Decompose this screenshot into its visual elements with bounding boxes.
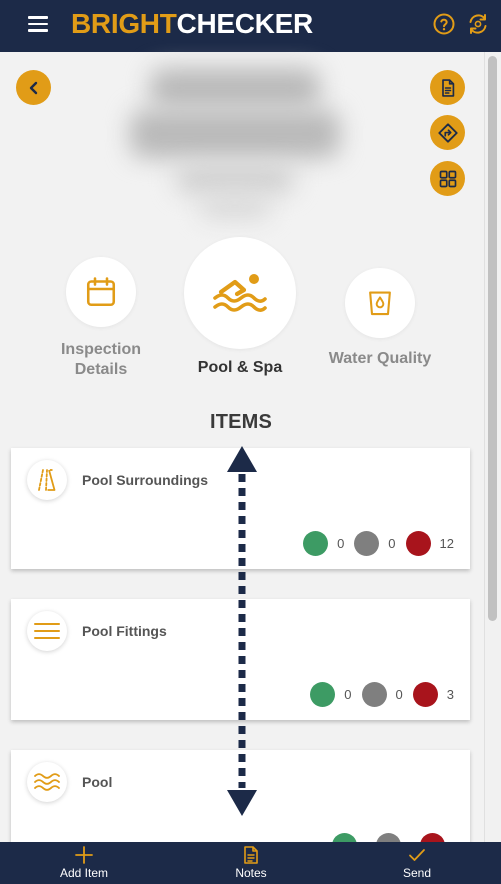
items-heading: ITEMS bbox=[209, 411, 273, 433]
category-label: Inspection Details bbox=[60, 341, 141, 378]
item-icon-circle bbox=[27, 611, 67, 651]
waves-icon bbox=[34, 773, 60, 791]
water-glass-icon bbox=[369, 291, 391, 316]
red-count: 3 bbox=[446, 687, 454, 702]
directions-button[interactable] bbox=[430, 115, 465, 150]
send-button[interactable]: Send bbox=[397, 846, 437, 880]
red-count: 12 bbox=[439, 536, 454, 551]
category-inspection-details[interactable]: Inspection Details bbox=[50, 257, 152, 380]
green-count: 0 bbox=[344, 687, 352, 702]
notes-button[interactable]: Notes bbox=[226, 846, 276, 880]
status-counts: 0 0 3 bbox=[300, 682, 454, 707]
app-logo: BRIGHTCHECKER bbox=[71, 8, 313, 39]
category-water-quality[interactable]: Water Quality bbox=[320, 268, 440, 368]
grid-icon bbox=[439, 170, 456, 187]
item-icon-circle bbox=[27, 460, 67, 500]
red-status-dot bbox=[412, 682, 438, 707]
category-pool-spa[interactable]: Pool & Spa bbox=[184, 237, 296, 377]
swimmer-icon bbox=[213, 274, 267, 312]
surroundings-icon bbox=[38, 469, 56, 491]
scrollbar-thumb[interactable] bbox=[488, 56, 497, 621]
green-status-dot bbox=[310, 682, 336, 707]
green-status-dot bbox=[303, 531, 329, 556]
lines-icon bbox=[34, 623, 60, 639]
document-icon bbox=[441, 78, 454, 97]
top-app-bar: BRIGHTCHECKER bbox=[0, 0, 501, 52]
property-photo-blurred bbox=[120, 60, 350, 220]
bottom-navigation: Add Item Notes Send bbox=[0, 842, 501, 884]
add-item-label: Add Item bbox=[59, 866, 109, 880]
send-label: Send bbox=[402, 866, 432, 880]
item-card-pool-surroundings[interactable]: Pool Surroundings 0 0 12 bbox=[11, 448, 470, 569]
category-circle-active bbox=[184, 237, 296, 349]
notes-label: Notes bbox=[235, 866, 267, 880]
chevron-left-icon bbox=[29, 81, 37, 94]
item-card-pool-fittings[interactable]: Pool Fittings 0 0 3 bbox=[11, 599, 470, 720]
grey-count: 0 bbox=[388, 536, 396, 551]
notes-icon bbox=[244, 846, 258, 864]
category-circle bbox=[66, 257, 136, 327]
item-title: Pool Surroundings bbox=[82, 472, 208, 488]
menu-icon[interactable] bbox=[28, 16, 48, 32]
item-icon-circle bbox=[27, 762, 67, 802]
red-status-dot bbox=[405, 531, 431, 556]
item-title: Pool bbox=[82, 774, 113, 790]
grey-status-dot bbox=[361, 682, 387, 707]
sync-icon[interactable] bbox=[466, 12, 490, 36]
checkmark-icon bbox=[409, 849, 425, 861]
category-circle bbox=[345, 268, 415, 338]
category-label: Water Quality bbox=[328, 350, 432, 367]
item-title: Pool Fittings bbox=[82, 623, 167, 639]
calendar-icon bbox=[86, 277, 116, 307]
back-button[interactable] bbox=[16, 70, 51, 105]
add-item-button[interactable]: Add Item bbox=[54, 846, 114, 880]
grid-view-button[interactable] bbox=[430, 161, 465, 196]
directions-icon bbox=[437, 122, 458, 143]
report-button[interactable] bbox=[430, 70, 465, 105]
grey-count: 0 bbox=[395, 687, 403, 702]
status-counts: 0 0 12 bbox=[293, 531, 454, 556]
grey-status-dot bbox=[354, 531, 380, 556]
plus-icon bbox=[75, 846, 93, 864]
green-count: 0 bbox=[337, 536, 345, 551]
category-label: Pool & Spa bbox=[197, 359, 283, 376]
help-icon[interactable] bbox=[432, 12, 456, 36]
